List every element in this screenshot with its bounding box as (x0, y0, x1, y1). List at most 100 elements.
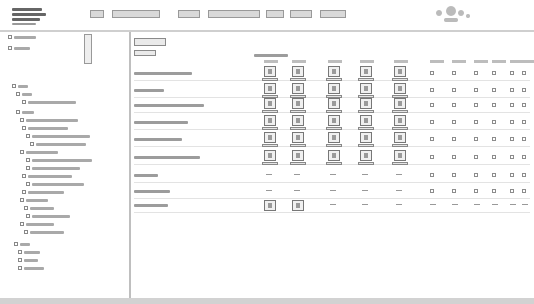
checkbox[interactable] (492, 120, 496, 124)
cell-icon[interactable] (264, 98, 276, 109)
cell-icon[interactable] (360, 83, 372, 94)
expand-toggle-icon[interactable] (20, 198, 24, 202)
checkbox[interactable] (430, 155, 434, 159)
checkbox[interactable] (492, 189, 496, 193)
cell-icon[interactable] (394, 115, 406, 126)
expand-toggle-icon[interactable] (8, 46, 12, 50)
expand-toggle-icon[interactable] (22, 174, 26, 178)
cell-icon[interactable] (292, 66, 304, 77)
cell-icon[interactable] (292, 98, 304, 109)
tree-node[interactable] (26, 134, 90, 138)
checkbox[interactable] (452, 103, 456, 107)
checkbox[interactable] (510, 120, 514, 124)
tree-node[interactable] (16, 92, 32, 96)
tree-node[interactable] (20, 198, 48, 202)
cell-icon[interactable] (292, 150, 304, 161)
checkbox[interactable] (510, 137, 514, 141)
checkbox[interactable] (510, 155, 514, 159)
expand-toggle-icon[interactable] (20, 150, 24, 154)
cell-icon[interactable] (264, 83, 276, 94)
cell-icon[interactable] (328, 83, 340, 94)
checkbox[interactable] (510, 189, 514, 193)
tree-node[interactable] (20, 222, 54, 226)
checkbox[interactable] (522, 88, 526, 92)
checkbox[interactable] (430, 189, 434, 193)
cell-icon[interactable] (292, 132, 304, 143)
checkbox[interactable] (474, 120, 478, 124)
expand-toggle-icon[interactable] (26, 182, 30, 186)
tree-node[interactable] (20, 118, 78, 122)
tree-node[interactable] (8, 46, 30, 50)
tree-node[interactable] (26, 166, 80, 170)
checkbox[interactable] (430, 120, 434, 124)
expand-toggle-icon[interactable] (22, 126, 26, 130)
cell-icon[interactable] (394, 132, 406, 143)
expand-toggle-icon[interactable] (24, 206, 28, 210)
checkbox[interactable] (452, 137, 456, 141)
checkbox[interactable] (430, 173, 434, 177)
tree-node[interactable] (18, 258, 38, 262)
cell-icon[interactable] (360, 132, 372, 143)
checkbox[interactable] (474, 103, 478, 107)
checkbox[interactable] (430, 137, 434, 141)
checkbox[interactable] (430, 88, 434, 92)
tree-node[interactable] (26, 182, 84, 186)
cell-icon[interactable] (394, 150, 406, 161)
expand-toggle-icon[interactable] (12, 84, 16, 88)
tree-node[interactable] (22, 126, 68, 130)
checkbox[interactable] (430, 103, 434, 107)
page-title-tab[interactable] (134, 38, 166, 46)
checkbox[interactable] (522, 71, 526, 75)
checkbox[interactable] (474, 137, 478, 141)
cell-icon[interactable] (360, 150, 372, 161)
expand-toggle-icon[interactable] (18, 266, 22, 270)
cell-icon[interactable] (264, 150, 276, 161)
checkbox[interactable] (430, 71, 434, 75)
expand-toggle-icon[interactable] (22, 190, 26, 194)
checkbox[interactable] (492, 71, 496, 75)
cell-icon[interactable] (328, 66, 340, 77)
tree-node[interactable] (18, 266, 44, 270)
cell-icon[interactable] (360, 66, 372, 77)
cell-icon[interactable] (264, 115, 276, 126)
cell-icon[interactable] (264, 132, 276, 143)
checkbox[interactable] (474, 173, 478, 177)
tree-node[interactable] (24, 230, 64, 234)
checkbox[interactable] (522, 120, 526, 124)
expand-toggle-icon[interactable] (20, 222, 24, 226)
checkbox[interactable] (492, 155, 496, 159)
cell-icon[interactable] (328, 98, 340, 109)
cell-icon[interactable] (394, 83, 406, 94)
checkbox[interactable] (510, 173, 514, 177)
expand-toggle-icon[interactable] (26, 134, 30, 138)
checkbox[interactable] (510, 103, 514, 107)
expand-toggle-icon[interactable] (30, 142, 34, 146)
pane-splitter[interactable] (129, 32, 131, 298)
checkbox[interactable] (522, 155, 526, 159)
expand-toggle-icon[interactable] (24, 230, 28, 234)
checkbox[interactable] (522, 189, 526, 193)
checkbox[interactable] (452, 173, 456, 177)
cell-icon[interactable] (360, 98, 372, 109)
checkbox[interactable] (522, 103, 526, 107)
checkbox[interactable] (474, 71, 478, 75)
checkbox[interactable] (452, 189, 456, 193)
tree-node[interactable] (22, 174, 72, 178)
checkbox[interactable] (522, 137, 526, 141)
tree-node[interactable] (12, 84, 28, 88)
cell-icon[interactable] (394, 98, 406, 109)
cell-icon[interactable] (292, 83, 304, 94)
checkbox[interactable] (492, 103, 496, 107)
expand-toggle-icon[interactable] (16, 110, 20, 114)
tree-node[interactable] (18, 250, 40, 254)
expand-toggle-icon[interactable] (20, 118, 24, 122)
cell-icon[interactable] (292, 200, 304, 211)
checkbox[interactable] (510, 88, 514, 92)
tree-node[interactable] (22, 100, 76, 104)
tree-node[interactable] (26, 158, 92, 162)
cell-icon[interactable] (264, 200, 276, 211)
expand-toggle-icon[interactable] (18, 250, 22, 254)
tree-node[interactable] (16, 110, 34, 114)
tree-node[interactable] (8, 35, 36, 39)
checkbox[interactable] (522, 173, 526, 177)
